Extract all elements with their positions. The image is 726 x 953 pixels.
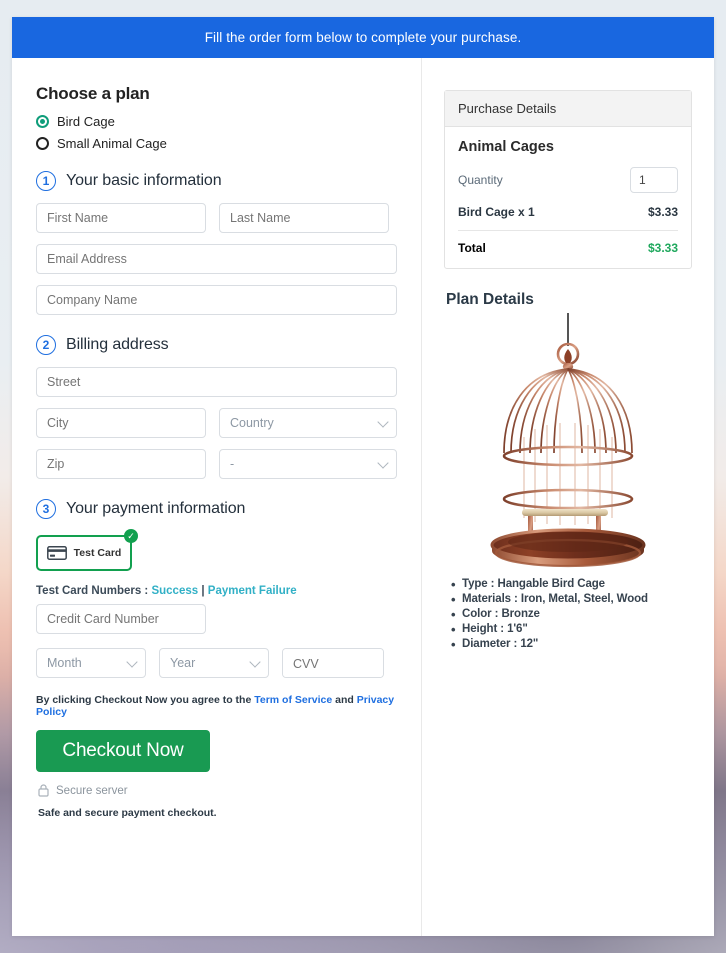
product-name: Animal Cages <box>458 139 554 155</box>
terms-notice: By clicking Checkout Now you agree to th… <box>36 694 397 718</box>
state-select[interactable]: - <box>219 449 397 479</box>
email-row <box>36 244 397 274</box>
cvv-group <box>282 648 384 678</box>
credit-card-icon <box>46 546 67 560</box>
street-row <box>36 367 397 397</box>
radio-bird-cage-icon[interactable] <box>36 115 49 128</box>
test-card-failure-link[interactable]: Payment Failure <box>208 585 297 597</box>
list-item: Materials : Iron, Metal, Steel, Wood <box>450 592 692 607</box>
state-select-value: - <box>230 457 235 471</box>
secure-server-row: Secure server <box>38 784 397 797</box>
bird-cage-illustration <box>444 313 692 568</box>
street-input[interactable] <box>36 367 397 397</box>
step-basic-information: 1 Your basic information <box>36 171 397 191</box>
plan-option-label: Small Animal Cage <box>57 136 167 151</box>
purchase-details-box: Purchase Details Animal Cages Quantity B… <box>444 90 692 269</box>
plan-specs-list: Type : Hangable Bird Cage Materials : Ir… <box>450 577 692 652</box>
line-item-row: Bird Cage x 1 $3.33 <box>458 205 678 219</box>
email-input[interactable] <box>36 244 397 274</box>
total-amount: $3.33 <box>647 241 678 255</box>
step-title: Your basic information <box>66 172 222 189</box>
step-payment-information: 3 Your payment information <box>36 499 397 519</box>
line-item-amount: $3.33 <box>647 205 678 219</box>
step-number-badge: 3 <box>36 499 56 519</box>
terms-prefix: By clicking Checkout Now you agree to th… <box>36 694 252 706</box>
expiry-month-value: Month <box>47 656 82 670</box>
chevron-down-icon <box>249 656 261 668</box>
plan-option-bird-cage[interactable]: Bird Cage <box>36 114 397 129</box>
payment-method-label: Test Card <box>73 547 122 559</box>
lock-icon <box>38 784 49 797</box>
secure-server-label: Secure server <box>56 784 128 797</box>
payment-method-test-card[interactable]: Test Card ✓ <box>36 529 138 571</box>
quantity-label: Quantity <box>458 173 503 187</box>
expiry-year-select[interactable]: Year <box>159 648 269 678</box>
total-row: Total $3.33 <box>458 241 678 255</box>
name-fields-row <box>36 203 397 233</box>
plan-option-small-animal-cage[interactable]: Small Animal Cage <box>36 136 397 151</box>
company-name-input[interactable] <box>36 285 397 315</box>
chevron-down-icon <box>377 457 389 469</box>
terms-and: and <box>335 694 354 706</box>
quantity-row: Quantity <box>458 167 678 193</box>
step-title: Billing address <box>66 336 169 353</box>
quantity-input[interactable] <box>630 167 678 193</box>
step-number-badge: 1 <box>36 171 56 191</box>
safe-payment-note: Safe and secure payment checkout. <box>38 807 217 819</box>
company-row <box>36 285 397 315</box>
cvv-input[interactable] <box>283 649 383 677</box>
total-label: Total <box>458 241 486 255</box>
purchase-details-body: Animal Cages Quantity Bird Cage x 1 $3.3… <box>445 127 691 268</box>
city-country-row: Country <box>36 408 397 438</box>
bird-cage-svg <box>490 313 646 568</box>
checkout-now-button[interactable]: Checkout Now <box>36 730 210 772</box>
zip-input[interactable] <box>36 449 206 479</box>
banner-text: Fill the order form below to complete yo… <box>204 30 522 45</box>
page-banner: Fill the order form below to complete yo… <box>12 17 714 58</box>
zip-state-row: - <box>36 449 397 479</box>
country-select-value: Country <box>230 416 274 430</box>
chevron-down-icon <box>126 656 138 668</box>
line-item-label: Bird Cage x 1 <box>458 205 535 219</box>
first-name-input[interactable] <box>36 203 206 233</box>
radio-small-animal-cage-icon[interactable] <box>36 137 49 150</box>
chevron-down-icon <box>377 416 389 428</box>
test-card-numbers-row: Test Card Numbers : Success | Payment Fa… <box>36 585 397 597</box>
list-item: Height : 1'6" <box>450 622 692 637</box>
summary-column: Purchase Details Animal Cages Quantity B… <box>422 58 714 936</box>
card-number-row <box>36 604 397 634</box>
city-input[interactable] <box>36 408 206 438</box>
last-name-input[interactable] <box>219 203 389 233</box>
checkout-card: Fill the order form below to complete yo… <box>12 17 714 936</box>
country-select[interactable]: Country <box>219 408 397 438</box>
term-of-service-link[interactable]: Term of Service <box>254 694 332 706</box>
list-item: Color : Bronze <box>450 607 692 622</box>
step-title: Your payment information <box>66 500 246 517</box>
choose-plan-heading: Choose a plan <box>36 84 150 103</box>
expiry-month-select[interactable]: Month <box>36 648 146 678</box>
expiry-cvv-row: Month Year <box>36 648 397 678</box>
plan-details-title: Plan Details <box>446 291 534 308</box>
test-card-numbers-label: Test Card Numbers : <box>36 585 149 597</box>
link-separator: | <box>201 585 205 597</box>
step-number-badge: 2 <box>36 335 56 355</box>
list-item: Type : Hangable Bird Cage <box>450 577 692 592</box>
test-card-success-link[interactable]: Success <box>151 585 198 597</box>
form-column: Choose a plan Bird Cage Small Animal Cag… <box>12 58 422 936</box>
credit-card-number-input[interactable] <box>36 604 206 634</box>
divider <box>458 230 678 231</box>
list-item: Diameter : 12" <box>450 637 692 652</box>
check-circle-icon: ✓ <box>124 529 138 543</box>
expiry-year-value: Year <box>170 656 196 670</box>
checkout-body: Choose a plan Bird Cage Small Animal Cag… <box>12 58 714 936</box>
step-billing-address: 2 Billing address <box>36 335 397 355</box>
purchase-details-header: Purchase Details <box>445 91 691 127</box>
plan-option-label: Bird Cage <box>57 114 115 129</box>
